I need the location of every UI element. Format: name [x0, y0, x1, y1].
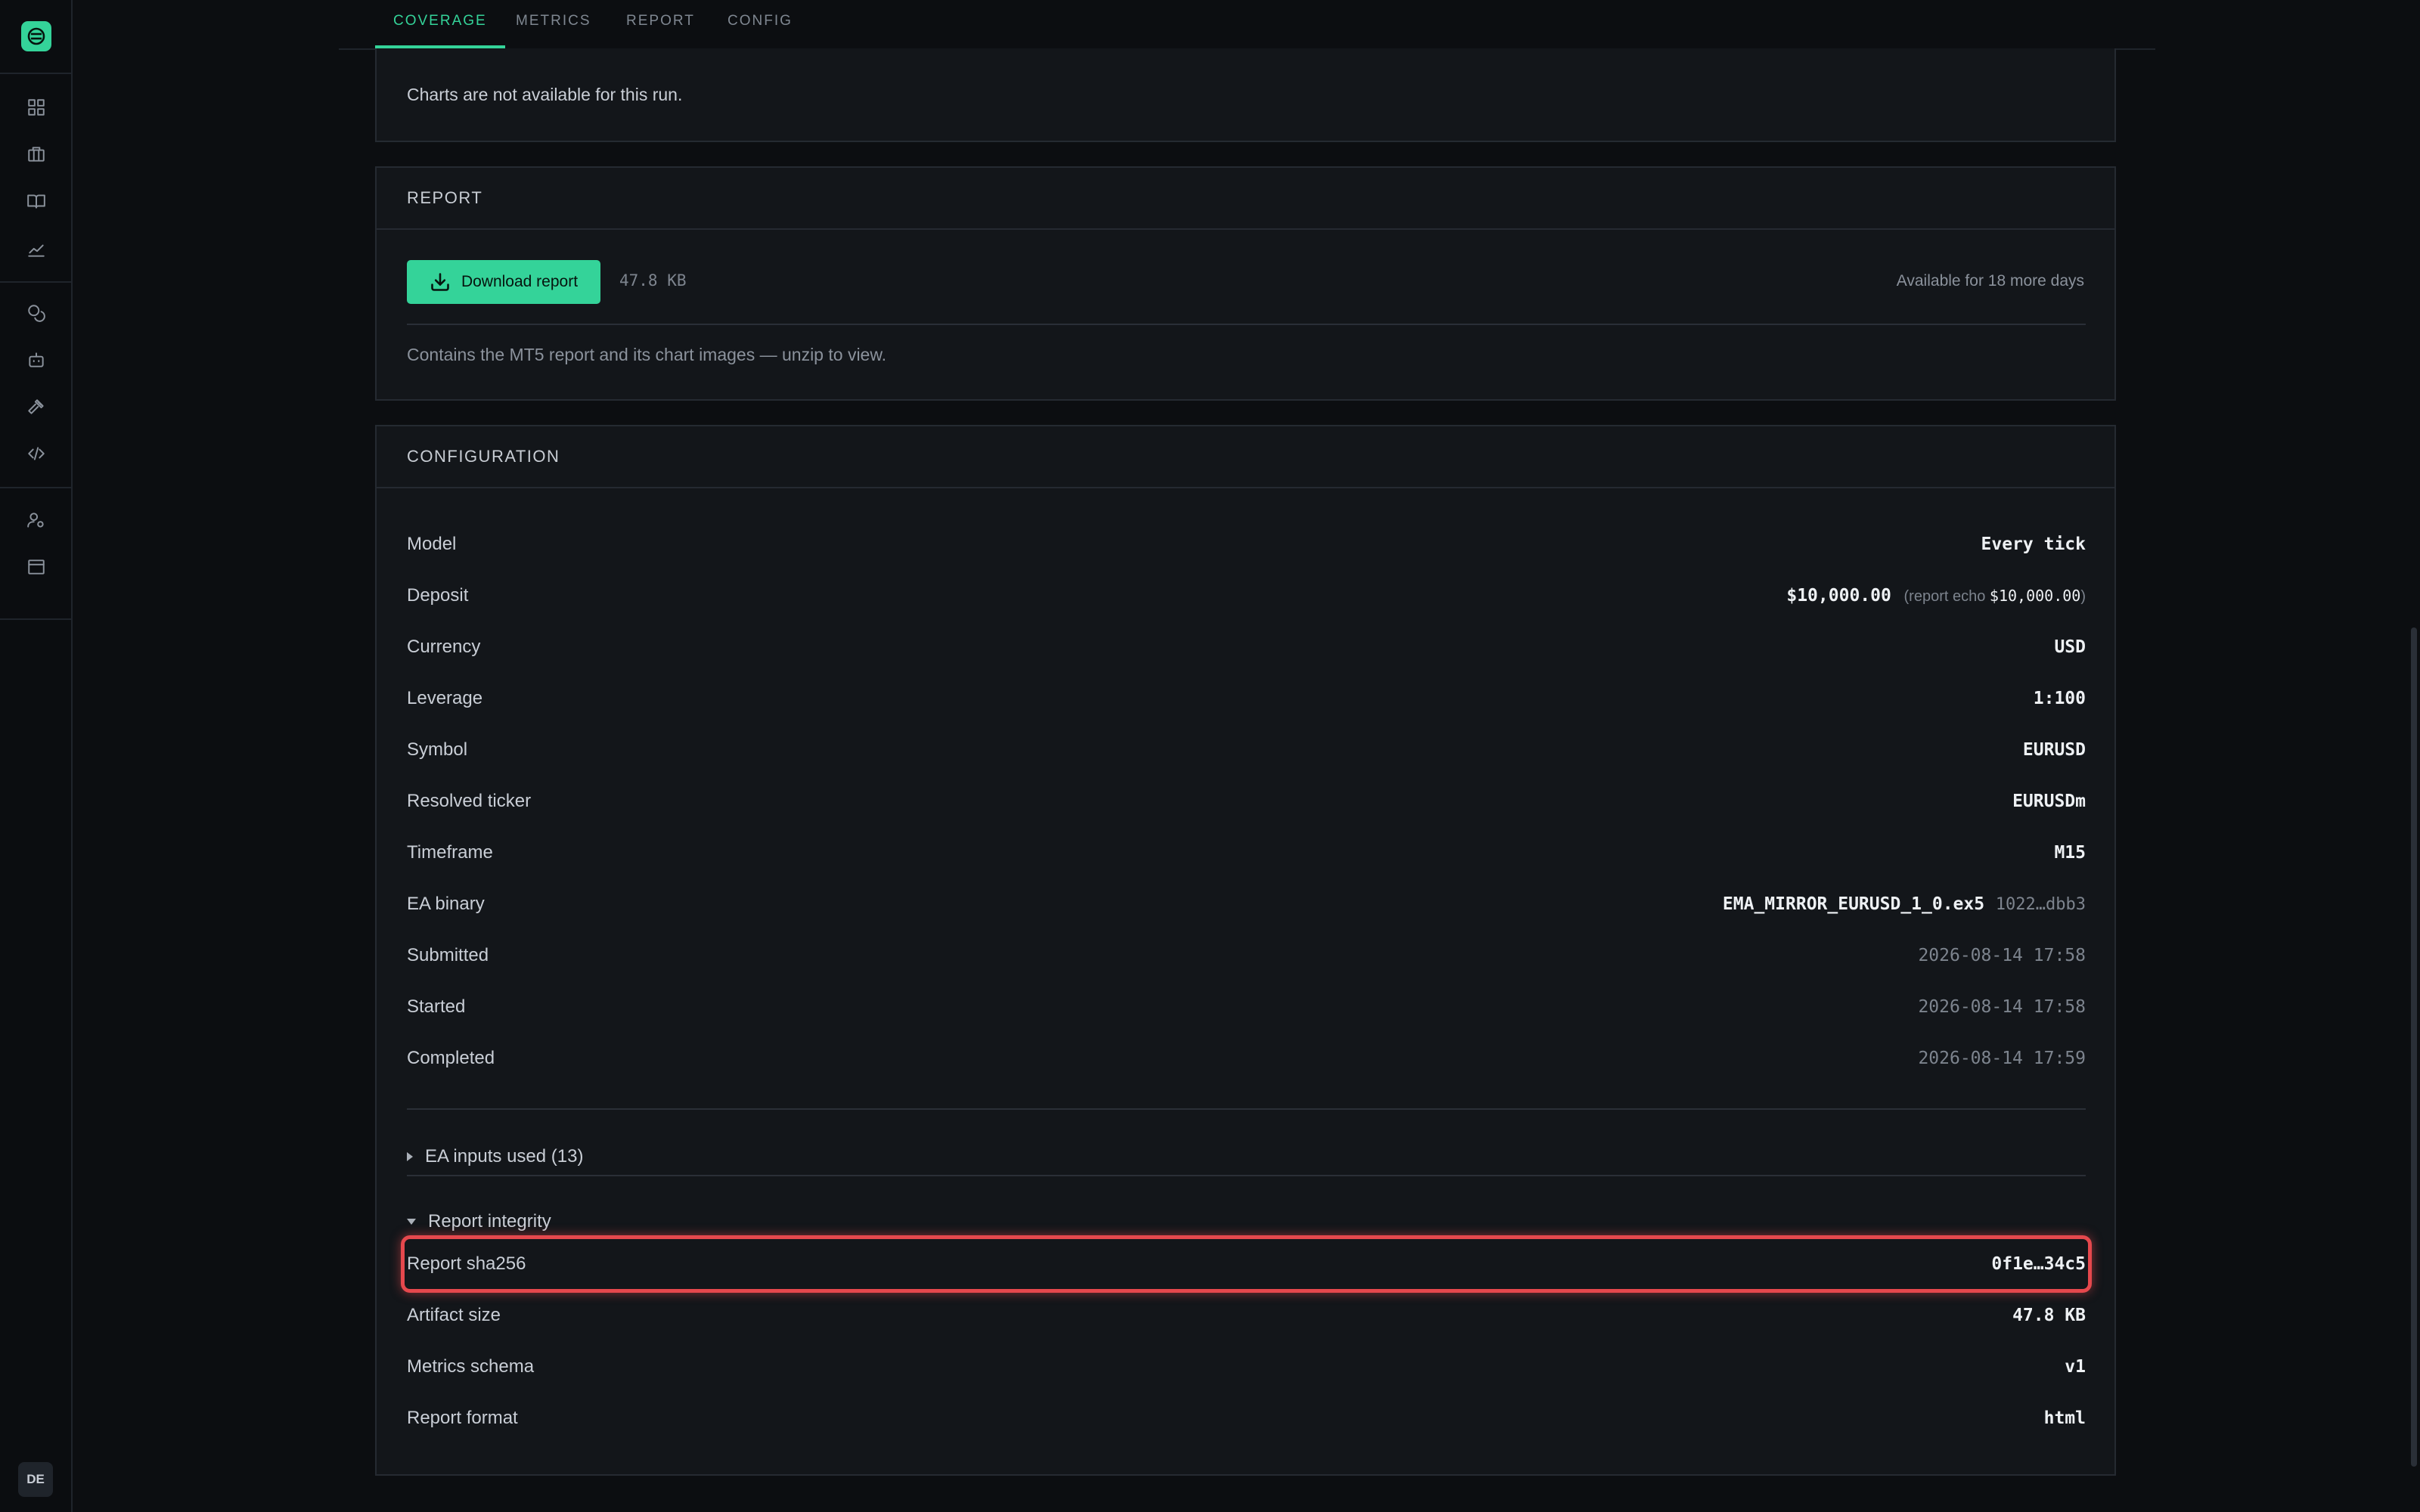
briefcase-icon[interactable]: [23, 141, 50, 168]
row-label: Resolved ticker: [407, 791, 532, 811]
row-value: html: [2043, 1408, 2086, 1428]
archive-icon[interactable]: [23, 553, 50, 581]
coverage-panel: Charts are not available for this run.: [375, 48, 2116, 142]
integrity-row-artifact-size: Artifact size 47.8 KB: [407, 1300, 2086, 1331]
report-size: 47.8 KB: [619, 271, 687, 290]
report-integrity-toggle[interactable]: Report integrity: [407, 1207, 2086, 1237]
row-value: 2026-08-14 17:59: [1918, 1049, 2086, 1068]
configuration-title: CONFIGURATION: [377, 426, 2114, 488]
report-integrity-label: Report integrity: [428, 1211, 551, 1232]
row-value: USD: [2054, 637, 2086, 657]
row-label: Artifact size: [407, 1305, 501, 1325]
tab-bar: COVERAGE METRICS REPORT CONFIG: [339, 0, 2155, 50]
config-row-deposit: Deposit $10,000.00 (report echo $10,000.…: [407, 581, 2086, 611]
config-row-leverage: Leverage 1:100: [407, 683, 2086, 714]
availability-text: Available for 18 more days: [1896, 272, 2084, 290]
sidebar: DE: [0, 0, 73, 1512]
avatar[interactable]: DE: [18, 1462, 53, 1497]
row-value: 47.8 KB: [2012, 1306, 2086, 1325]
row-label: Timeframe: [407, 842, 493, 863]
row-label: Leverage: [407, 688, 483, 708]
row-label: Completed: [407, 1048, 495, 1068]
config-row-submitted: Submitted 2026-08-14 17:58: [407, 940, 2086, 971]
coins-icon[interactable]: [23, 299, 50, 327]
download-report-label: Download report: [461, 273, 579, 290]
hammer-icon[interactable]: [23, 393, 50, 420]
configuration-panel: CONFIGURATION Model Every tick Deposit $…: [375, 425, 2116, 1476]
row-value: Every tick: [1981, 534, 2086, 554]
integrity-row-sha256: Report sha256 0f1e…34c5: [407, 1249, 2086, 1279]
config-row-model: Model Every tick: [407, 529, 2086, 559]
coverage-message: Charts are not available for this run.: [407, 85, 683, 104]
row-value: EURUSD: [2022, 740, 2086, 760]
row-value: 2026-08-14 17:58: [1918, 946, 2086, 965]
row-value: v1: [2065, 1357, 2086, 1377]
chevron-down-icon: [407, 1219, 416, 1225]
row-value: EMA_MIRROR_EURUSD_1_0.ex5: [1722, 894, 1985, 914]
integrity-row-report-format: Report format html: [407, 1403, 2086, 1433]
user-settings-icon[interactable]: [23, 507, 50, 534]
config-row-completed: Completed 2026-08-14 17:59: [407, 1043, 2086, 1074]
report-title: REPORT: [377, 168, 2114, 230]
config-row-timeframe: Timeframe M15: [407, 838, 2086, 868]
app-logo-icon[interactable]: [21, 21, 51, 51]
report-echo-suffix: ): [2080, 588, 2086, 605]
tab-coverage[interactable]: COVERAGE: [375, 0, 505, 48]
dashboard-icon[interactable]: [23, 94, 50, 121]
row-value: M15: [2054, 843, 2086, 863]
row-label: Report sha256: [407, 1253, 526, 1274]
config-row-symbol: Symbol EURUSD: [407, 735, 2086, 765]
row-label: Started: [407, 996, 466, 1017]
download-icon: [431, 273, 449, 291]
tab-metrics[interactable]: METRICS: [516, 0, 591, 48]
scrollbar[interactable]: [2411, 627, 2417, 1467]
download-report-button[interactable]: Download report: [407, 260, 600, 304]
row-label: EA binary: [407, 894, 485, 914]
ea-inputs-toggle[interactable]: EA inputs used (13): [407, 1142, 2086, 1172]
row-value: 1:100: [2033, 689, 2086, 708]
config-row-ea-binary: EA binary EMA_MIRROR_EURUSD_1_0.ex5 1022…: [407, 889, 2086, 919]
row-label: Currency: [407, 637, 481, 657]
config-row-currency: Currency USD: [407, 632, 2086, 662]
row-label: Model: [407, 534, 457, 554]
row-value: 0f1e…34c5: [1991, 1254, 2086, 1274]
tab-config[interactable]: CONFIG: [728, 0, 793, 48]
row-value: EURUSDm: [2012, 792, 2086, 811]
chevron-right-icon: [407, 1152, 413, 1161]
config-row-started: Started 2026-08-14 17:58: [407, 992, 2086, 1022]
row-label: Submitted: [407, 945, 489, 965]
row-label: Deposit: [407, 585, 469, 606]
integrity-row-metrics-schema: Metrics schema v1: [407, 1352, 2086, 1382]
row-value: $10,000.00: [1786, 586, 1891, 606]
code-icon[interactable]: [23, 440, 50, 467]
config-row-resolved-ticker: Resolved ticker EURUSDm: [407, 786, 2086, 816]
row-label: Symbol: [407, 739, 468, 760]
book-icon[interactable]: [23, 187, 50, 215]
row-label: Metrics schema: [407, 1356, 535, 1377]
chart-line-icon[interactable]: [23, 236, 50, 263]
report-echo-prefix: (report echo: [1903, 588, 1990, 605]
report-echo-value: $10,000.00: [1989, 587, 2081, 605]
robot-icon[interactable]: [23, 346, 50, 373]
tab-report[interactable]: REPORT: [626, 0, 695, 48]
ea-inputs-label: EA inputs used (13): [425, 1146, 584, 1167]
report-panel: REPORT Download report 47.8 KB Available…: [375, 166, 2116, 401]
row-value: 2026-08-14 17:58: [1918, 997, 2086, 1017]
report-description: Contains the MT5 report and its chart im…: [407, 345, 887, 364]
ea-binary-hash: 1022…dbb3: [1995, 895, 2086, 914]
row-label: Report format: [407, 1408, 518, 1428]
